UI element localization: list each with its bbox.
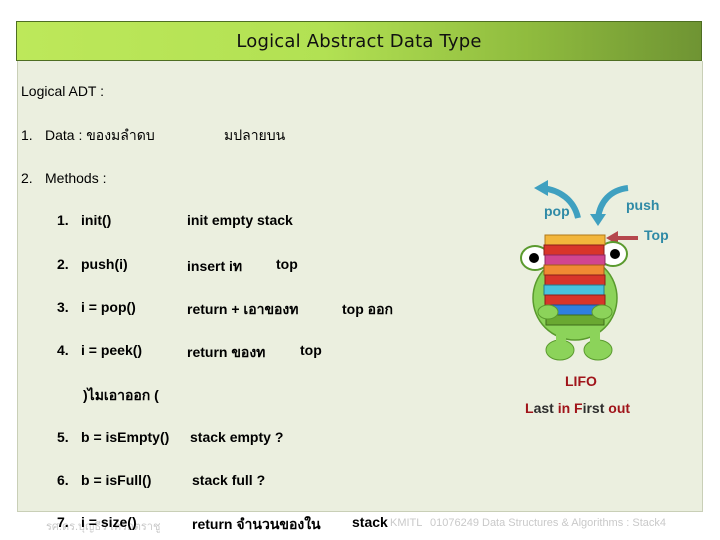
method-number: 4. xyxy=(57,342,69,358)
method-description: insert iท xyxy=(187,258,243,274)
push-label: push xyxy=(626,197,660,213)
method-row: 5. b = isEmpty() xyxy=(57,429,169,445)
pop-label: pop xyxy=(544,203,570,219)
slide-title: Logical Abstract Data Type xyxy=(236,30,482,52)
pop-arrowhead-icon xyxy=(534,180,548,196)
method-signature: init() xyxy=(81,212,112,228)
method-number: 2. xyxy=(57,256,69,272)
method-row: 2. push(i) xyxy=(57,256,128,272)
method-signature: i = size() xyxy=(81,514,137,530)
lifo-part: in xyxy=(557,400,571,416)
monster-left-pupil xyxy=(529,253,539,263)
stack-illustration: pop push Top xyxy=(490,180,690,380)
method-row: 7. i = size() xyxy=(57,514,137,530)
method-number: 1. xyxy=(57,212,69,228)
monster-with-books-image xyxy=(520,180,638,361)
lifo-part: ast xyxy=(533,400,558,416)
method-signature: push(i) xyxy=(81,256,128,272)
method-extra: top xyxy=(276,256,298,272)
method-description: return จำนวนของใน xyxy=(192,516,321,532)
method-description: stack full ? xyxy=(192,472,266,488)
methods-item-label: Methods : xyxy=(45,170,107,186)
footer-course: 01076249 Data Structures & Algorithms : … xyxy=(430,517,667,529)
book xyxy=(544,254,606,266)
method-description: init empty stack xyxy=(187,212,293,228)
methods-item-number: 2. xyxy=(21,170,33,186)
slide-title-bar: Logical Abstract Data Type xyxy=(16,21,702,61)
method-extra: stack xyxy=(352,514,388,530)
data-item: 1. Data : ของมลำดบ xyxy=(21,125,155,147)
top-label: Top xyxy=(644,227,669,243)
method-number: 5. xyxy=(57,429,69,445)
lifo-title: LIFO xyxy=(565,373,597,389)
method-signature: i = peek() xyxy=(81,342,143,358)
method-number: 3. xyxy=(57,299,69,315)
data-item-number: 1. xyxy=(21,127,33,143)
data-item-trail: มปลายบน xyxy=(224,127,286,143)
footer-institution: KMITL xyxy=(390,517,423,529)
methods-item: 2. Methods : xyxy=(21,170,106,186)
method-row: 6. b = isFull() xyxy=(57,472,151,488)
method-row: 4. i = peek() xyxy=(57,342,142,358)
method-signature: b = isFull() xyxy=(81,472,152,488)
monster-left-hand xyxy=(537,304,559,320)
monster-right-pupil xyxy=(610,249,620,259)
book xyxy=(543,284,605,296)
method-row: 1. init() xyxy=(57,212,111,228)
method-row: 3. i = pop() xyxy=(57,299,136,315)
logical-adt-heading: Logical ADT : xyxy=(21,83,105,99)
method-description: return + เอาของท xyxy=(187,301,299,317)
lifo-part: irst xyxy=(582,400,609,416)
method-note: )ไมเอาออก ( xyxy=(83,387,159,403)
method-signature: i = pop() xyxy=(81,299,136,315)
book xyxy=(544,274,606,286)
lifo-part: out xyxy=(608,400,631,416)
data-item-label: Data : ของมลำดบ xyxy=(45,127,155,143)
lifo-part: F xyxy=(574,400,583,416)
book xyxy=(543,264,605,276)
lifo-part: L xyxy=(525,400,534,416)
book xyxy=(544,294,606,306)
lifo-expansion: Last in First out xyxy=(525,400,630,416)
method-extra: top xyxy=(300,342,322,358)
monster-left-leg xyxy=(556,330,566,348)
book xyxy=(544,234,606,246)
method-signature: b = isEmpty() xyxy=(81,429,170,445)
method-description: return ของท xyxy=(187,344,266,360)
book xyxy=(543,244,605,256)
monster-right-leg xyxy=(590,330,600,348)
push-arrowhead-icon xyxy=(590,214,606,226)
method-description: stack empty ? xyxy=(190,429,284,445)
method-extra: top ออก xyxy=(342,301,393,317)
monster-right-hand xyxy=(591,304,613,320)
push-arrow-icon xyxy=(595,185,629,219)
method-number: 6. xyxy=(57,472,69,488)
method-number: 7. xyxy=(57,514,69,530)
